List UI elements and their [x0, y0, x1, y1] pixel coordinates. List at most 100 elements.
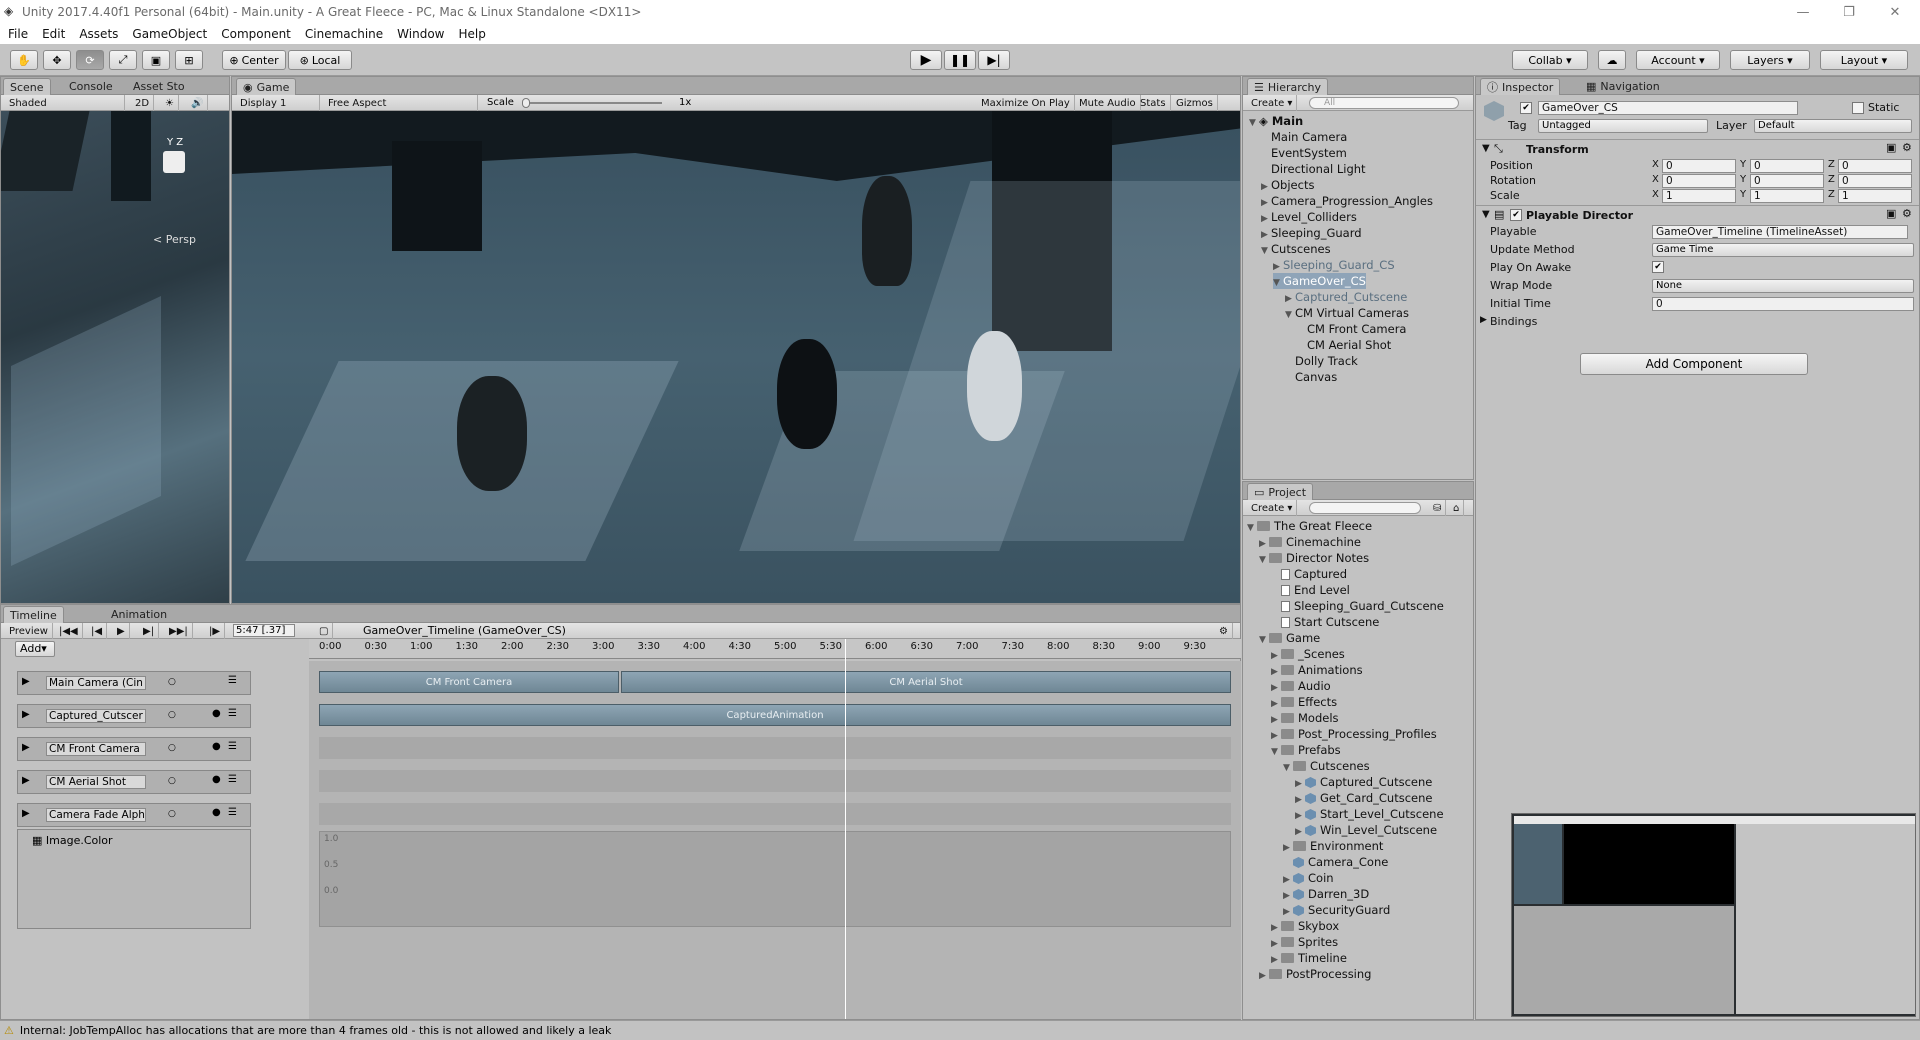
project-item[interactable]: ▶ Effects: [1271, 694, 1337, 710]
loop-icon[interactable]: |▶: [205, 623, 226, 639]
lock-icon[interactable]: ○: [168, 743, 176, 753]
hierarchy-create-dropdown[interactable]: Create ▾: [1247, 95, 1298, 111]
hand-tool-icon[interactable]: ✋: [10, 50, 38, 70]
play-timeline-icon[interactable]: ▶: [113, 623, 130, 639]
hierarchy-item[interactable]: ▶ Captured_Cutscene: [1285, 289, 1407, 305]
layers-dropdown[interactable]: Layers ▾: [1730, 50, 1810, 70]
tag-dropdown[interactable]: Untagged: [1538, 119, 1708, 133]
record-icon[interactable]: ●: [212, 708, 221, 719]
hierarchy-item[interactable]: ▶ Sleeping_Guard: [1261, 225, 1362, 241]
menu-file[interactable]: File: [8, 27, 28, 41]
project-item[interactable]: ▶ Darren_3D: [1283, 886, 1369, 902]
lock-icon[interactable]: ○: [168, 809, 176, 819]
step-button[interactable]: ▶|: [978, 50, 1010, 70]
project-item[interactable]: ▼ The Great Fleece: [1247, 518, 1372, 534]
component-settings-icon[interactable]: ⚙: [1902, 207, 1912, 220]
lock-icon[interactable]: ○: [168, 710, 176, 720]
track-menu-icon[interactable]: ☰: [228, 774, 237, 785]
track-menu-icon[interactable]: ☰: [228, 708, 237, 719]
record-icon[interactable]: ●: [212, 807, 221, 818]
menu-assets[interactable]: Assets: [79, 27, 118, 41]
project-item[interactable]: Captured: [1271, 566, 1347, 582]
hierarchy-item[interactable]: ▶ Sleeping_Guard_CS: [1273, 257, 1395, 273]
hierarchy-item[interactable]: ▼ CM Virtual Cameras: [1285, 305, 1409, 321]
track-name[interactable]: Captured_Cutscer: [46, 709, 146, 723]
record-icon[interactable]: ●: [212, 741, 221, 752]
display-dropdown[interactable]: Display 1: [236, 95, 320, 111]
transform-x-field[interactable]: 1: [1662, 189, 1736, 203]
hierarchy-item[interactable]: ▶ Camera_Progression_Angles: [1261, 193, 1433, 209]
project-item[interactable]: ▶ Cinemachine: [1259, 534, 1361, 550]
record-icon[interactable]: ●: [212, 774, 221, 785]
game-viewport[interactable]: [232, 111, 1240, 603]
track-menu-icon[interactable]: ☰: [228, 741, 237, 752]
next-frame-icon[interactable]: ▶|: [139, 623, 160, 639]
project-create-dropdown[interactable]: Create ▾: [1247, 500, 1298, 516]
track-name[interactable]: CM Aerial Shot: [46, 775, 146, 789]
lock-icon[interactable]: ○: [168, 677, 176, 687]
project-item[interactable]: ▶ PostProcessing: [1259, 966, 1371, 982]
add-component-button[interactable]: Add Component: [1580, 353, 1808, 375]
project-item[interactable]: ▶ Audio: [1271, 678, 1331, 694]
curve-editor[interactable]: 1.0 0.5 0.0: [319, 831, 1231, 927]
track-cm-front-camera[interactable]: ▶ CM Front Camera ○ ● ☰: [17, 737, 251, 761]
hierarchy-item[interactable]: CM Front Camera: [1297, 321, 1406, 337]
expand-arrow-icon[interactable]: ▶: [1480, 315, 1487, 325]
asset-lock-icon[interactable]: ▢: [315, 623, 334, 639]
update-method-dropdown[interactable]: Game Time: [1652, 243, 1914, 257]
project-item[interactable]: ▼ Game: [1259, 630, 1320, 646]
layer-dropdown[interactable]: Default: [1754, 119, 1912, 133]
timeline-settings-icon[interactable]: ⚙: [1215, 623, 1233, 639]
hierarchy-item[interactable]: Directional Light: [1261, 161, 1366, 177]
close-button[interactable]: ✕: [1872, 0, 1918, 24]
playable-field[interactable]: GameOver_Timeline (TimelineAsset): [1652, 225, 1908, 239]
scale-slider-thumb[interactable]: [522, 98, 530, 108]
scale-slider[interactable]: [522, 98, 662, 108]
stats-button[interactable]: Stats: [1136, 95, 1171, 111]
hierarchy-item[interactable]: ▶ Objects: [1261, 177, 1314, 193]
filter-type-icon[interactable]: ⛁: [1429, 500, 1447, 516]
wrap-mode-dropdown[interactable]: None: [1652, 279, 1914, 293]
project-item[interactable]: ▼ Director Notes: [1259, 550, 1369, 566]
cloud-icon[interactable]: ☁: [1598, 50, 1626, 70]
track-cm-aerial-shot[interactable]: ▶ CM Aerial Shot ○ ● ☰: [17, 770, 251, 794]
menu-window[interactable]: Window: [397, 27, 444, 41]
time-field[interactable]: 5:47 [.37]: [233, 624, 295, 637]
tab-project[interactable]: ▭ Project: [1247, 483, 1314, 500]
keyframe-row-fade[interactable]: [319, 803, 1231, 825]
expand-arrow-icon[interactable]: ▼: [1482, 143, 1490, 154]
pivot-center-button[interactable]: ⊕ Center: [222, 50, 286, 70]
menu-component[interactable]: Component: [221, 27, 291, 41]
hierarchy-item[interactable]: ▼ GameOver_CS: [1273, 273, 1366, 289]
aspect-dropdown[interactable]: Free Aspect: [324, 95, 478, 111]
track-camera-fade-alpha[interactable]: ▶ Camera Fade Alph ○ ● ☰: [17, 803, 251, 827]
hierarchy-item[interactable]: Dolly Track: [1285, 353, 1358, 369]
goto-end-icon[interactable]: ▶▶|: [165, 623, 193, 639]
hierarchy-item[interactable]: EventSystem: [1261, 145, 1347, 161]
project-item[interactable]: ▼ Prefabs: [1271, 742, 1341, 758]
transform-y-field[interactable]: 1: [1750, 189, 1824, 203]
gizmos-button[interactable]: Gizmos: [1172, 95, 1218, 111]
collab-button[interactable]: Collab ▾: [1512, 50, 1588, 70]
image-color-property[interactable]: ▦ Image.Color: [32, 834, 113, 847]
active-checkbox[interactable]: ✔: [1520, 102, 1532, 114]
mute-audio-button[interactable]: Mute Audio: [1075, 95, 1141, 111]
clip-cm-front-camera[interactable]: CM Front Camera: [319, 671, 619, 693]
menu-cinemachine[interactable]: Cinemachine: [305, 27, 383, 41]
menu-gameobject[interactable]: GameObject: [132, 27, 207, 41]
project-item[interactable]: ▶ Post_Processing_Profiles: [1271, 726, 1437, 742]
object-name-field[interactable]: GameOver_CS: [1538, 101, 1798, 115]
scene-gizmo[interactable]: Y Z: [151, 131, 211, 201]
account-dropdown[interactable]: Account ▾: [1636, 50, 1720, 70]
tab-console[interactable]: Console: [63, 78, 119, 95]
tab-game[interactable]: ◉ Game: [236, 78, 297, 95]
pause-button[interactable]: ❚❚: [944, 50, 976, 70]
project-item[interactable]: ▶ Environment: [1283, 838, 1383, 854]
bindings-foldout[interactable]: Bindings: [1490, 315, 1537, 328]
tab-scene[interactable]: Scene: [3, 78, 51, 95]
keyframe-row-aerial[interactable]: [319, 770, 1231, 792]
scene-root[interactable]: ▼ ◈ Main: [1249, 113, 1303, 129]
pivot-local-button[interactable]: ⊛ Local: [288, 50, 352, 70]
project-item[interactable]: ▶ _Scenes: [1271, 646, 1345, 662]
transform-z-field[interactable]: 1: [1838, 189, 1912, 203]
